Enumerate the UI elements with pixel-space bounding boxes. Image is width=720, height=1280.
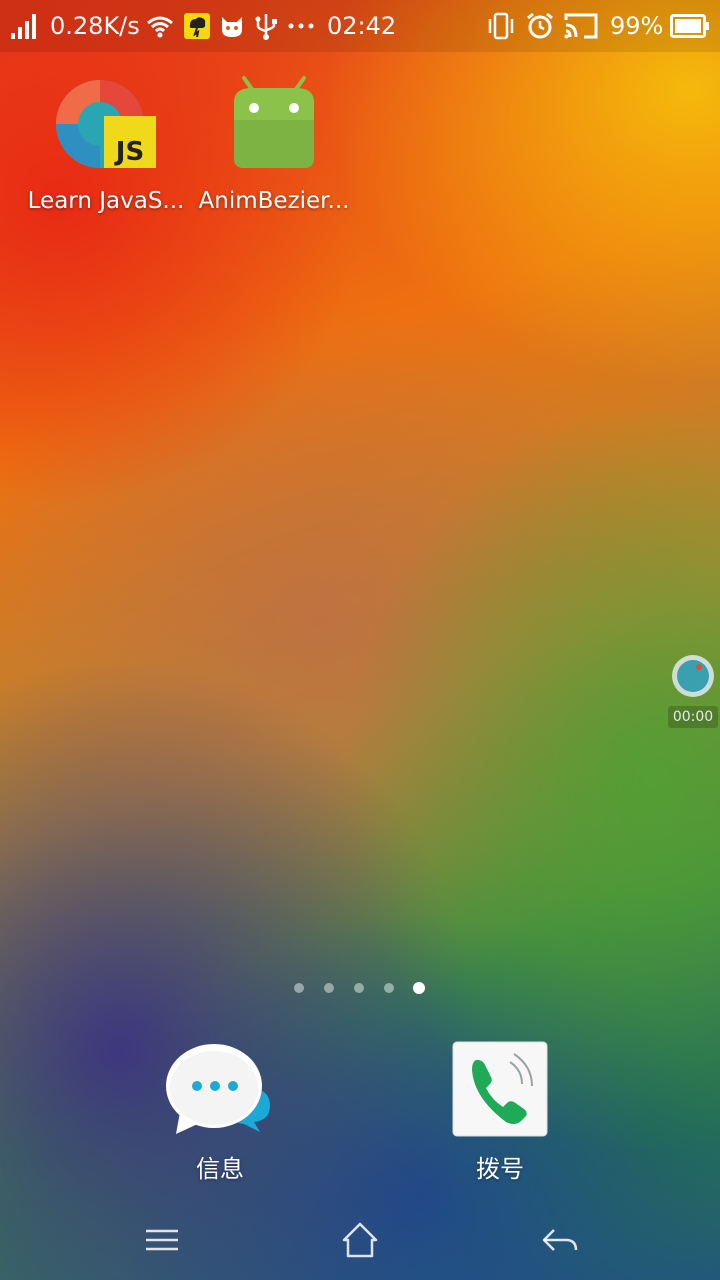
android-icon [222,72,326,176]
signal-icon [10,10,40,42]
cat-notification-icon [219,10,245,42]
clock: 02:42 [327,12,397,40]
more-dots-icon [287,10,315,42]
learn-javascript-icon: JS [54,72,158,176]
alarm-icon [526,10,554,42]
status-bar: 0.28K/s 02:42 99% [0,0,720,52]
menu-icon[interactable] [140,1218,184,1262]
network-speed: 0.28K/s [50,12,140,40]
weather-notification-icon [184,10,210,42]
page-dot-active[interactable] [413,982,425,994]
page-dot[interactable] [324,983,334,993]
battery-percent: 99% [610,12,664,40]
page-dot[interactable] [384,983,394,993]
cast-icon [564,10,598,42]
dock-app-phone[interactable]: 拨号 [430,1040,570,1186]
app-label: Learn JavaS... [27,188,185,214]
svg-text:JS: JS [114,137,144,167]
back-icon[interactable] [538,1218,582,1262]
app-label: AnimBezier... [198,188,350,214]
phone-icon [444,1040,556,1144]
page-dot[interactable] [294,983,304,993]
battery-icon [670,10,710,42]
dock-app-messages[interactable]: 信息 [150,1040,290,1186]
dock-label: 信息 [196,1155,244,1183]
page-indicator [294,982,426,994]
page-dot[interactable] [354,983,364,993]
dock-label: 拨号 [476,1155,524,1183]
vibrate-icon [486,10,516,42]
home-icon[interactable] [338,1218,382,1262]
recorder-time: 00:00 [668,706,718,728]
messages-icon [164,1040,276,1144]
app-animbezier[interactable]: AnimBezier... [187,72,361,216]
floating-screen-recorder[interactable]: 00:00 [668,652,720,732]
recorder-icon [672,655,714,697]
navigation-bar [0,1200,720,1280]
app-learn-javascript[interactable]: JS Learn JavaS... [19,72,193,216]
usb-icon [254,10,278,42]
wifi-icon [146,10,174,42]
